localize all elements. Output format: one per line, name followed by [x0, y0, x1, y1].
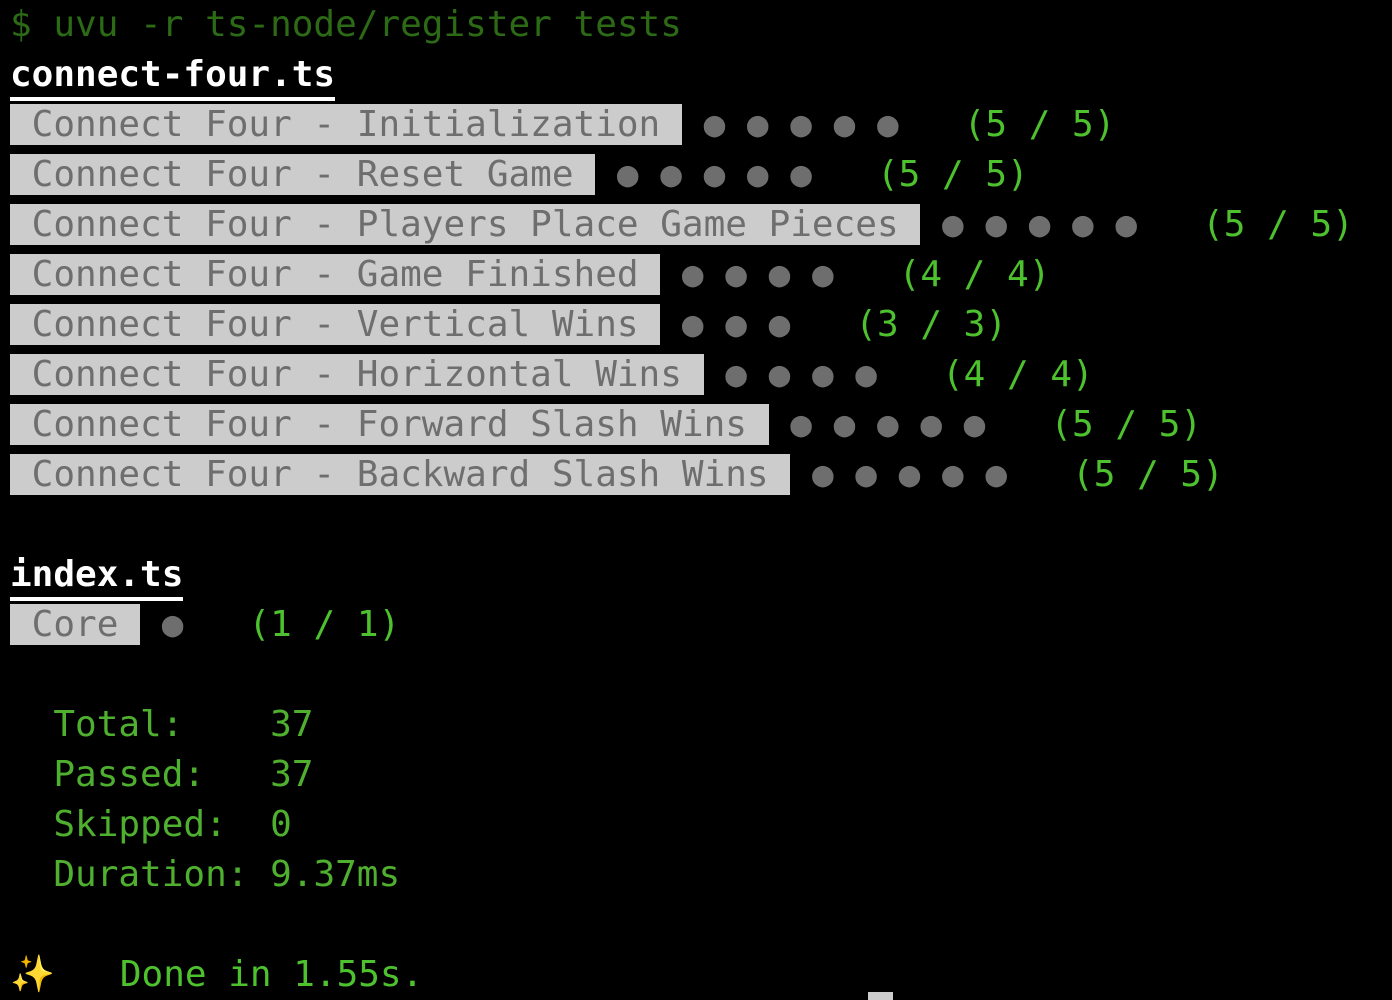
- test-dots: ●: [161, 604, 184, 645]
- terminal-cursor: [868, 992, 893, 1000]
- summary-value: 37: [270, 754, 314, 795]
- summary-value: 9.37ms: [270, 854, 401, 895]
- summary-label: Skipped:: [10, 804, 271, 845]
- test-suite-row: Core ● (1 / 1): [0, 600, 1392, 650]
- suite-count: (4 / 4): [833, 254, 1051, 295]
- test-dots: ● ● ● ● ●: [811, 454, 1008, 495]
- suite-count: (1 / 1): [183, 604, 401, 645]
- test-suite-row: Connect Four - Game Finished ● ● ● ● (4 …: [0, 250, 1392, 300]
- test-dots: ● ● ● ●: [725, 354, 877, 395]
- suite-gap: [682, 104, 704, 145]
- suite-gap: [660, 254, 682, 295]
- test-suite-row: Connect Four - Reset Game ● ● ● ● ● (5 /…: [0, 150, 1392, 200]
- suite-name: Connect Four - Vertical Wins: [10, 304, 661, 345]
- test-dots: ● ● ● ●: [681, 254, 834, 295]
- suite-name: Connect Four - Reset Game: [10, 154, 596, 195]
- suite-name: Connect Four - Forward Slash Wins: [10, 404, 769, 445]
- suite-count: (3 / 3): [790, 304, 1008, 345]
- summary-value: 37: [270, 704, 314, 745]
- suite-count: (5 / 5): [898, 104, 1116, 145]
- summary-row: Total: 37: [0, 700, 1392, 750]
- suite-name: Connect Four - Horizontal Wins: [10, 354, 704, 395]
- test-dots: ● ● ●: [681, 304, 791, 345]
- test-dots: ● ● ● ● ●: [616, 154, 812, 195]
- test-suite-row: Connect Four - Backward Slash Wins ● ● ●…: [0, 450, 1392, 500]
- suite-gap: [704, 354, 726, 395]
- test-output: connect-four.ts Connect Four - Initializ…: [0, 50, 1392, 1000]
- summary-row: Duration: 9.37ms: [0, 850, 1392, 900]
- suite-name: Connect Four - Initialization: [10, 104, 682, 145]
- command-line: $ uvu -r ts-node/register tests: [10, 4, 682, 45]
- file-name: index.ts: [10, 554, 184, 601]
- suite-count: (5 / 5): [1007, 454, 1224, 495]
- summary-row: Passed: 37: [0, 750, 1392, 800]
- suite-gap: [660, 304, 682, 345]
- test-suite-row: Connect Four - Forward Slash Wins ● ● ● …: [0, 400, 1392, 450]
- suite-name: Connect Four - Game Finished: [10, 254, 661, 295]
- summary-value: 0: [270, 804, 292, 845]
- file-header: connect-four.ts: [0, 50, 1392, 101]
- suite-count: (4 / 4): [876, 354, 1094, 395]
- suite-count: (5 / 5): [811, 154, 1029, 195]
- done-line: ✨ Done in 1.55s.: [0, 950, 1392, 1000]
- test-dots: ● ● ● ● ●: [942, 204, 1138, 245]
- summary-label: Total:: [10, 704, 271, 745]
- suite-count: (5 / 5): [985, 404, 1203, 445]
- terminal-window: $ uvu -r ts-node/register tests connect-…: [0, 0, 1392, 1000]
- test-suite-row: Connect Four - Vertical Wins ● ● ● (3 / …: [0, 300, 1392, 350]
- suite-gap: [920, 204, 942, 245]
- test-suite-row: Connect Four - Horizontal Wins ● ● ● ● (…: [0, 350, 1392, 400]
- test-suite-row: Connect Four - Players Place Game Pieces…: [0, 200, 1392, 250]
- file-name: connect-four.ts: [10, 54, 336, 101]
- test-dots: ● ● ● ● ●: [790, 404, 986, 445]
- suite-name: Connect Four - Backward Slash Wins: [10, 454, 791, 495]
- summary-label: Duration:: [10, 854, 271, 895]
- suite-name: Core: [10, 604, 141, 645]
- test-dots: ● ● ● ● ●: [703, 104, 899, 145]
- test-suite-row: Connect Four - Initialization ● ● ● ● ● …: [0, 100, 1392, 150]
- suite-count: (5 / 5): [1137, 204, 1354, 245]
- suite-gap: [140, 604, 162, 645]
- suite-name: Connect Four - Players Place Game Pieces: [10, 204, 921, 245]
- done-text: Done in 1.55s.: [54, 954, 424, 995]
- suite-gap: [769, 404, 791, 445]
- file-header: index.ts: [0, 550, 1392, 601]
- suite-gap: [595, 154, 617, 195]
- summary-row: Skipped: 0: [0, 800, 1392, 850]
- sparkles-icon: ✨: [10, 954, 55, 995]
- suite-gap: [790, 454, 812, 495]
- summary-label: Passed:: [10, 754, 271, 795]
